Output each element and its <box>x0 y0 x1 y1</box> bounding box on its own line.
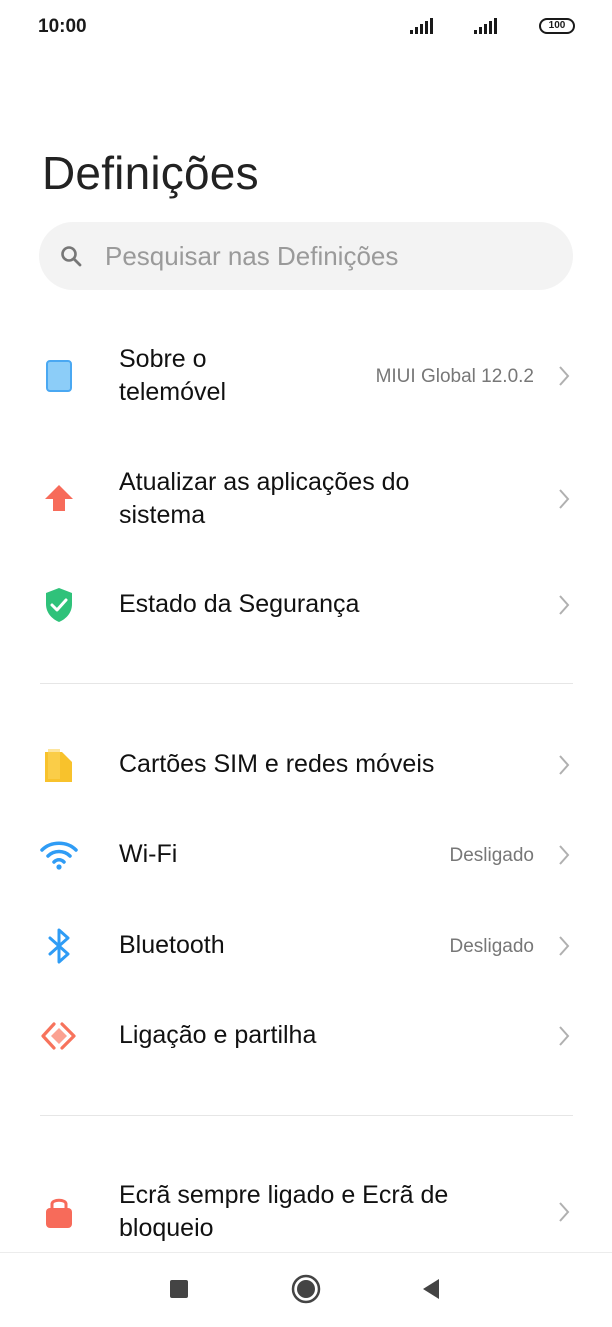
settings-item-sim-cards[interactable]: Cartões SIM e redes móveis <box>0 730 612 800</box>
navigation-bar <box>0 1252 612 1327</box>
section-divider <box>40 683 573 684</box>
battery-icon: 100 <box>539 18 575 34</box>
search-icon <box>61 246 82 267</box>
signal-strength-icon-2 <box>474 18 497 34</box>
search-bar[interactable] <box>39 222 573 290</box>
chevron-right-icon <box>559 1202 570 1222</box>
back-button[interactable] <box>414 1271 450 1307</box>
search-input[interactable] <box>105 222 545 290</box>
phone-icon <box>46 360 72 392</box>
settings-item-value: Desligado <box>449 936 535 957</box>
chevron-right-icon <box>559 489 570 509</box>
status-bar: 10:00 100 <box>0 0 612 56</box>
chevron-right-icon <box>559 366 570 386</box>
settings-item-label: Estado da Segurança <box>119 590 360 618</box>
settings-item-label: Ecrã sempre ligado e Ecrã de bloqueio <box>119 1181 449 1242</box>
update-arrow-icon <box>45 485 73 511</box>
settings-item-value: Desligado <box>449 845 535 866</box>
status-time: 10:00 <box>38 16 87 37</box>
chevron-right-icon <box>559 755 570 775</box>
settings-item-label: Cartões SIM e redes móveis <box>119 750 435 778</box>
settings-item-bluetooth[interactable]: Bluetooth Desligado <box>0 911 612 981</box>
shield-icon <box>46 588 72 622</box>
settings-item-connection-sharing[interactable]: Ligação e partilha <box>0 1001 612 1071</box>
wifi-icon <box>40 841 78 870</box>
settings-item-label: Ligação e partilha <box>119 1021 317 1049</box>
chevron-right-icon <box>559 936 570 956</box>
settings-item-always-on-lock-screen[interactable]: Ecrã sempre ligado e Ecrã de bloqueio <box>0 1166 612 1258</box>
settings-item-wifi[interactable]: Wi-Fi Desligado <box>0 820 612 890</box>
chevron-right-icon <box>559 845 570 865</box>
settings-item-label: Wi-Fi <box>119 840 178 868</box>
connection-sharing-icon <box>41 1022 76 1050</box>
chevron-right-icon <box>559 1026 570 1046</box>
settings-item-security-status[interactable]: Estado da Segurança <box>0 570 612 640</box>
section-divider <box>40 1115 573 1116</box>
settings-item-label: Atualizar as aplicações do sistema <box>119 468 410 529</box>
recents-button[interactable] <box>161 1271 197 1307</box>
settings-item-about-phone[interactable]: Sobre o telemóvel MIUI Global 12.0.2 <box>0 330 612 422</box>
page-title: Definições <box>42 147 259 199</box>
chevron-right-icon <box>559 595 570 615</box>
bluetooth-icon <box>48 928 70 964</box>
settings-item-label: Bluetooth <box>119 931 225 959</box>
settings-item-update-system-apps[interactable]: Atualizar as aplicações do sistema <box>0 453 612 545</box>
lock-icon <box>46 1198 72 1228</box>
settings-item-value: MIUI Global 12.0.2 <box>375 366 534 387</box>
home-button[interactable] <box>288 1271 324 1307</box>
signal-strength-icon <box>410 18 433 34</box>
sim-card-icon <box>45 749 72 782</box>
settings-item-label: Sobre o telemóvel <box>119 345 226 406</box>
